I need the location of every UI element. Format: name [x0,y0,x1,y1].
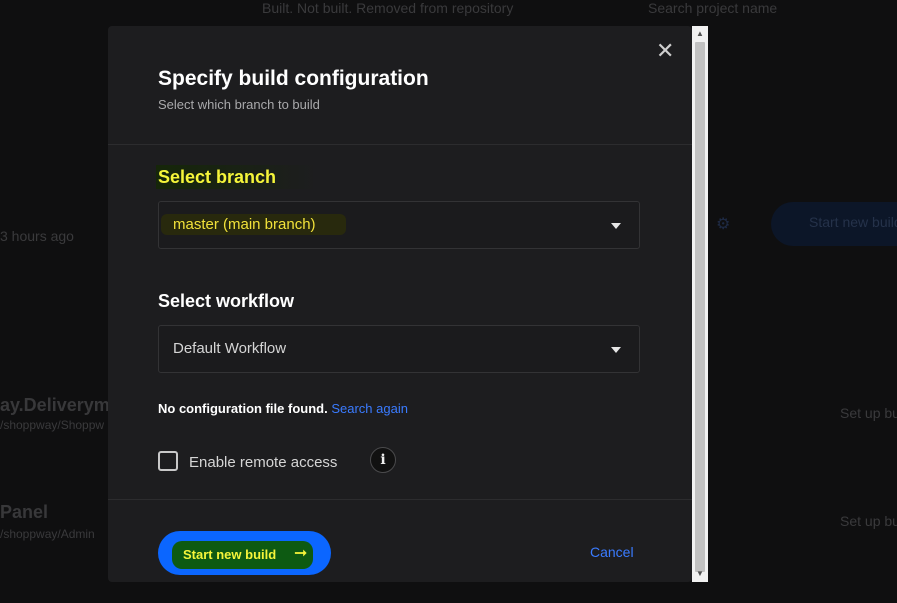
bg-status-tabs: Built. Not built. Removed from repositor… [262,0,514,16]
start-new-build-button[interactable]: Start new build ➞ [158,531,331,575]
scrollbar-thumb[interactable] [695,42,705,572]
scroll-up-icon[interactable]: ▲ [692,28,708,40]
remote-access-checkbox[interactable] [158,451,178,471]
dialog-title: Specify build configuration [158,67,429,90]
select-branch-label: Select branch [156,165,317,189]
footer-divider [108,499,692,500]
search-again-link[interactable]: Search again [331,401,408,416]
build-config-dialog: ✕ Specify build configuration Select whi… [108,26,692,582]
dialog-subtitle: Select which branch to build [158,97,320,112]
bg-setup-link-2: Set up bu [840,513,897,529]
branch-select[interactable]: master (main branch) [158,201,640,249]
bg-setup-link-1: Set up bu [840,405,897,421]
workflow-select-value: Default Workflow [173,340,287,357]
gear-icon: ⚙ [716,216,731,233]
arrow-right-icon: ➞ [294,545,308,562]
no-config-message: No configuration file found. Search agai… [158,401,408,416]
header-divider [108,144,692,145]
workflow-select[interactable]: Default Workflow [158,325,640,373]
bg-project-name-1: ay.Deliverym [0,395,110,415]
bg-time-ago: 3 hours ago [0,228,74,244]
select-branch-label-text: Select branch [156,165,317,189]
dialog-scrollbar[interactable]: ▲ ▼ [692,26,708,582]
remote-access-label: Enable remote access [189,454,338,471]
scroll-down-icon[interactable]: ▼ [692,568,708,580]
close-icon[interactable]: ✕ [656,40,674,62]
no-config-text: No configuration file found. [158,401,328,416]
bg-search-placeholder: Search project name [648,0,778,16]
start-new-build-label: Start new build [172,541,313,569]
bg-project-name-2: Panel [0,502,49,522]
bg-start-new-build-button: Start new build [771,202,897,246]
bg-project-path-2: /shoppway/Admin [0,527,95,541]
select-workflow-label: Select workflow [158,291,295,311]
cancel-button[interactable]: Cancel [590,544,634,560]
chevron-down-icon [611,223,621,229]
bg-project-path-1: /shoppway/Shoppw [0,418,105,432]
branch-select-value: master (main branch) [161,214,346,235]
info-icon[interactable]: i [370,447,396,473]
chevron-down-icon [611,347,621,353]
